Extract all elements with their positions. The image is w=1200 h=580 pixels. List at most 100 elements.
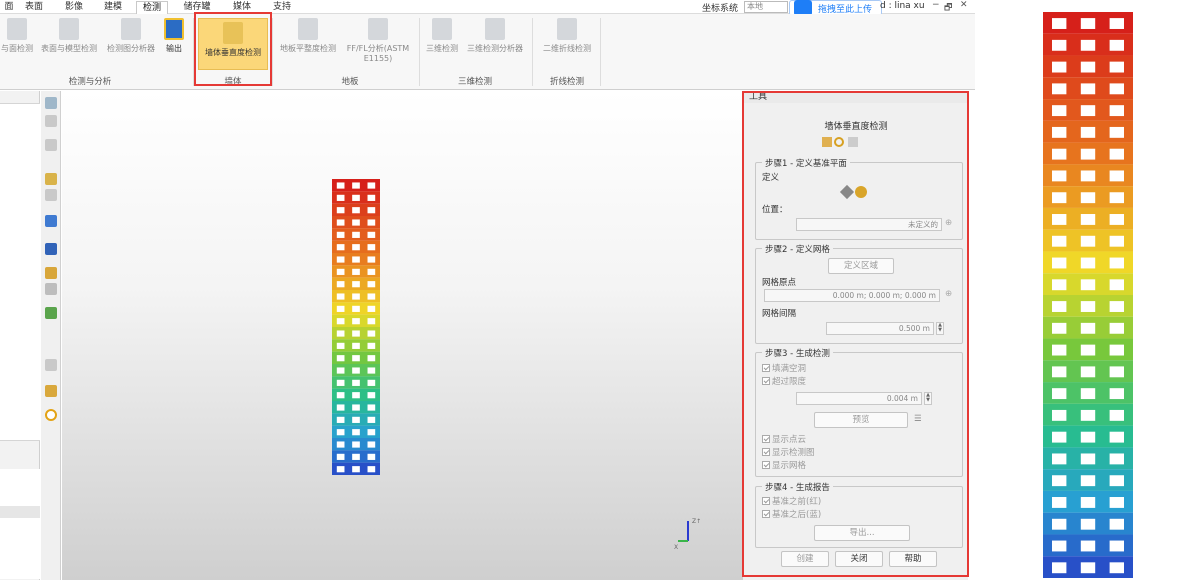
- pick-plane-icon[interactable]: [855, 186, 867, 198]
- define-area-button[interactable]: 定义区域: [828, 258, 894, 274]
- show-grid-checkbox[interactable]: 显示网格: [762, 459, 806, 471]
- warning-icon[interactable]: [45, 267, 57, 279]
- tab-modeling[interactable]: 建模: [101, 1, 125, 14]
- ribbon-btn-output[interactable]: 输出: [161, 18, 187, 70]
- minimize-icon[interactable]: −: [932, 0, 940, 10]
- tab-media[interactable]: 媒体: [230, 1, 254, 14]
- 3d-viewport[interactable]: Z↑ X: [62, 91, 742, 580]
- create-button[interactable]: 创建: [781, 551, 829, 567]
- ribbon-btn-label: 墙体垂直度检测: [205, 48, 261, 57]
- plane-icon[interactable]: [839, 184, 855, 200]
- grid-spacing-label: 网格间隔: [762, 309, 797, 319]
- ribbon-separator: [600, 18, 601, 86]
- ribbon: 与面检测 表面与模型检测 检测图分析器 输出 墙体垂直度检测 地板平整度检测 F…: [0, 14, 975, 90]
- pan-icon[interactable]: [45, 139, 57, 151]
- box-icon[interactable]: [45, 215, 57, 227]
- position-field[interactable]: 未定义的: [796, 218, 942, 231]
- tab-image[interactable]: 影像: [62, 1, 86, 14]
- group-wall: 墙体: [224, 77, 242, 87]
- close-button[interactable]: 关闭: [835, 551, 883, 567]
- coord-system-label: 坐标系统: [702, 4, 739, 14]
- fill-holes-checkbox[interactable]: 填满空洞: [762, 362, 806, 374]
- show-grid-label: 显示网格: [772, 461, 807, 471]
- target-icon[interactable]: [45, 409, 57, 421]
- grid-spacing-field[interactable]: 0.500 m: [826, 322, 934, 335]
- position-label: 位置：: [762, 205, 788, 215]
- group-floor: 地板: [341, 77, 359, 87]
- step2-group: 步骤2 - 定义网格 定义区域 网格原点 0.000 m; 0.000 m; 0…: [755, 243, 963, 344]
- tab-storage-tank[interactable]: 储存罐: [180, 1, 214, 14]
- left-panel: [0, 91, 40, 580]
- over-limit-checkbox[interactable]: 超过限度: [762, 375, 806, 387]
- show-map-label: 显示检测图: [772, 448, 815, 458]
- tool-panel-header: 工具: [743, 91, 969, 103]
- user-label: d : lina xu: [880, 1, 925, 11]
- step1-group: 步骤1 - 定义基准平面 定义 位置： 未定义的 ⊕: [755, 157, 963, 240]
- ribbon-btn-ff-fl[interactable]: FF/FL分析(ASTM E1155): [343, 18, 413, 70]
- tab-mian[interactable]: 面: [2, 1, 16, 14]
- group-3d-inspect: 三维检测: [457, 77, 492, 87]
- tab-inspection[interactable]: 检测: [136, 1, 168, 14]
- ribbon-btn-floor-flatness[interactable]: 地板平整度检测: [274, 18, 342, 70]
- cancel-icon[interactable]: [834, 137, 844, 147]
- fence-icon[interactable]: [45, 189, 57, 201]
- left-panel-list: [0, 469, 40, 579]
- select-icon[interactable]: [45, 173, 57, 185]
- 3d-inspect-icon: [432, 18, 452, 40]
- limit-field[interactable]: 0.004 m: [796, 392, 922, 405]
- ribbon-btn-label: 地板平整度检测: [280, 44, 336, 53]
- ribbon-btn-label: 输出: [166, 44, 182, 53]
- step4-legend: 步骤4 - 生成报告: [762, 481, 833, 493]
- close-icon[interactable]: ✕: [960, 0, 968, 10]
- export-button[interactable]: 导出...: [814, 525, 910, 541]
- output-icon: [164, 18, 184, 40]
- ribbon-btn-surface-model[interactable]: 表面与模型检测: [37, 18, 101, 70]
- settings-icon[interactable]: ☰: [914, 414, 922, 424]
- ribbon-btn-wall-vertical[interactable]: 墙体垂直度检测: [198, 18, 268, 70]
- vertical-toolbar: [41, 91, 61, 580]
- ribbon-btn-3d-inspect[interactable]: 三维检测: [423, 18, 461, 70]
- ribbon-btn-label: 三维检测分析器: [467, 44, 523, 53]
- show-map-checkbox[interactable]: 显示检测图: [762, 446, 815, 458]
- step3-group: 步骤3 - 生成检测 填满空洞 超过限度 0.004 m ▲ ▼ 预览 ☰ 显示点…: [755, 347, 963, 477]
- fill-holes-label: 填满空洞: [772, 364, 807, 374]
- tab-surface[interactable]: 表面: [22, 1, 46, 14]
- axis-x-label: X: [674, 544, 678, 551]
- list-item[interactable]: [0, 506, 40, 518]
- preview-button[interactable]: 预览: [814, 412, 908, 428]
- show-cloud-label: 显示点云: [772, 435, 807, 445]
- clear-icon[interactable]: [848, 137, 858, 147]
- crosshair-icon[interactable]: ⊕: [945, 218, 952, 228]
- enlarged-building-view: [975, 0, 1200, 580]
- grid-origin-field[interactable]: 0.000 m; 0.000 m; 0.000 m: [764, 289, 940, 302]
- face-inspect-icon: [7, 18, 27, 40]
- show-cloud-checkbox[interactable]: 显示点云: [762, 433, 806, 445]
- image-icon[interactable]: [45, 385, 57, 397]
- point-cloud-building-large: [1043, 12, 1133, 578]
- ribbon-btn-2d-polyline[interactable]: 二维折线检测: [538, 18, 596, 70]
- axis-z-label: Z↑: [692, 518, 701, 525]
- ribbon-btn-label: 三维检测: [426, 44, 458, 53]
- point-cloud-building: [332, 179, 380, 475]
- grid-spacing-stepper[interactable]: ▲ ▼: [936, 322, 944, 335]
- ribbon-btn-3d-analyzer[interactable]: 三维检测分析器: [463, 18, 527, 70]
- ribbon-btn-face-inspect[interactable]: 与面检测: [0, 18, 34, 70]
- crosshair-icon[interactable]: ⊕: [945, 289, 952, 299]
- layer-icon[interactable]: [45, 243, 57, 255]
- step1-legend: 步骤1 - 定义基准平面: [762, 157, 850, 169]
- gradient-icon[interactable]: [45, 307, 57, 319]
- orbit-icon[interactable]: [45, 115, 57, 127]
- before-ref-checkbox[interactable]: 基准之前(红): [762, 495, 821, 507]
- ribbon-btn-map-analyzer[interactable]: 检测图分析器: [104, 18, 158, 70]
- measure-icon[interactable]: [45, 283, 57, 295]
- limit-stepper[interactable]: ▲ ▼: [924, 392, 932, 405]
- pencil-icon[interactable]: [822, 137, 832, 147]
- help-button[interactable]: 帮助: [889, 551, 937, 567]
- after-ref-checkbox[interactable]: 基准之后(蓝): [762, 508, 821, 520]
- coord-system-input[interactable]: 本地: [744, 1, 788, 13]
- ribbon-separator: [419, 18, 420, 86]
- tab-support[interactable]: 支持: [270, 1, 294, 14]
- clip-icon[interactable]: [45, 359, 57, 371]
- view-icon[interactable]: [45, 97, 57, 109]
- over-limit-label: 超过限度: [772, 377, 807, 387]
